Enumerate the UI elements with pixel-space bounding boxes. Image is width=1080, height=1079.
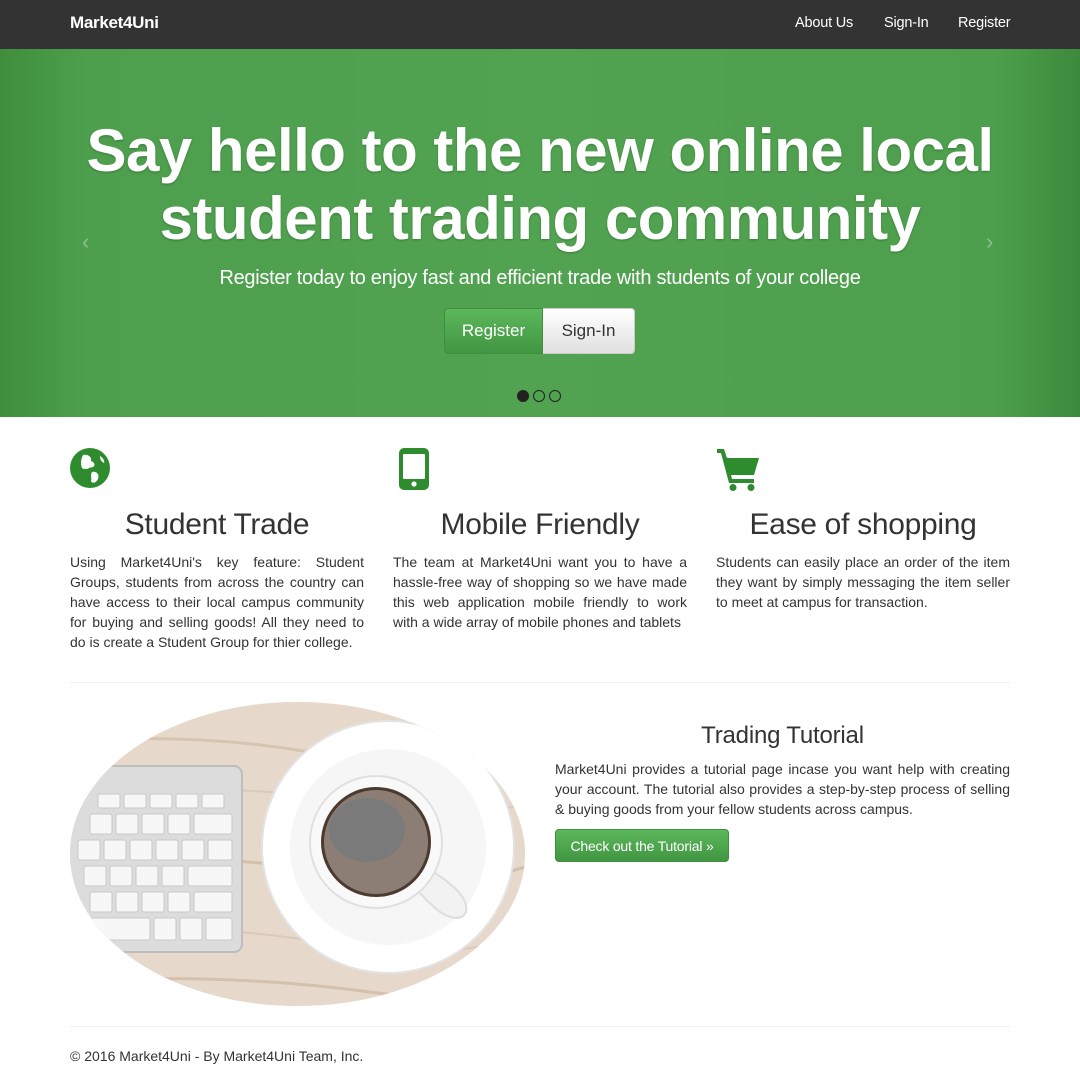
shopping-cart-icon — [717, 449, 759, 491]
tutorial-image — [70, 702, 525, 1006]
hero-sign-in-button[interactable]: Sign-In — [543, 308, 635, 354]
hero-title-line-2: student trading community — [159, 185, 921, 252]
hero-title: Say hello to the new online local studen… — [0, 117, 1080, 253]
feature-student-trade: Student Trade Using Market4Uni's key fea… — [70, 448, 364, 650]
brand-logo[interactable]: Market4Uni — [70, 13, 159, 33]
navbar: Market4Uni About Us Sign-In Register — [0, 0, 1080, 49]
mobile-phone-icon — [399, 448, 429, 490]
hero-register-button[interactable]: Register — [444, 308, 543, 354]
feature-text: Using Market4Uni's key feature: Student … — [70, 554, 364, 650]
carousel-next-icon[interactable]: › — [986, 229, 993, 255]
nav-register[interactable]: Register — [958, 15, 1011, 31]
nav-about-us[interactable]: About Us — [795, 15, 853, 31]
feature-text: The team at Market4Uni want you to have … — [393, 554, 687, 630]
feature-ease-of-shopping: Ease of shopping Students can easily pla… — [716, 448, 1010, 610]
feature-title: Ease of shopping — [749, 508, 977, 541]
tutorial-title: Trading Tutorial — [701, 722, 864, 749]
carousel-indicator-2[interactable] — [533, 390, 545, 402]
feature-title: Student Trade — [124, 508, 310, 541]
carousel-indicator-3[interactable] — [549, 390, 561, 402]
globe-icon — [70, 448, 110, 488]
tutorial-button[interactable]: Check out the Tutorial » — [555, 829, 729, 862]
footer-copyright: © 2016 Market4Uni - By Market4Uni Team, … — [70, 1048, 364, 1064]
feature-mobile-friendly: Mobile Friendly The team at Market4Uni w… — [393, 448, 687, 630]
section-divider — [70, 1026, 1010, 1027]
tutorial-text: Market4Uni provides a tutorial page inca… — [555, 761, 1010, 817]
feature-text: Students can easily place an order of th… — [716, 554, 1010, 610]
hero-title-line-1: Say hello to the new online local — [86, 117, 995, 184]
carousel-indicators — [517, 390, 561, 402]
section-divider — [70, 682, 1010, 683]
nav-sign-in[interactable]: Sign-In — [884, 15, 929, 31]
hero-subtitle: Register today to enjoy fast and efficie… — [219, 267, 861, 289]
hero-button-group: Register Sign-In — [444, 308, 635, 354]
keyboard-and-coffee-cup-photo — [70, 702, 525, 1006]
carousel-indicator-1[interactable] — [517, 390, 529, 402]
feature-title: Mobile Friendly — [440, 508, 640, 541]
carousel-prev-icon[interactable]: ‹ — [82, 229, 89, 255]
hero-carousel: Say hello to the new online local studen… — [0, 49, 1080, 417]
